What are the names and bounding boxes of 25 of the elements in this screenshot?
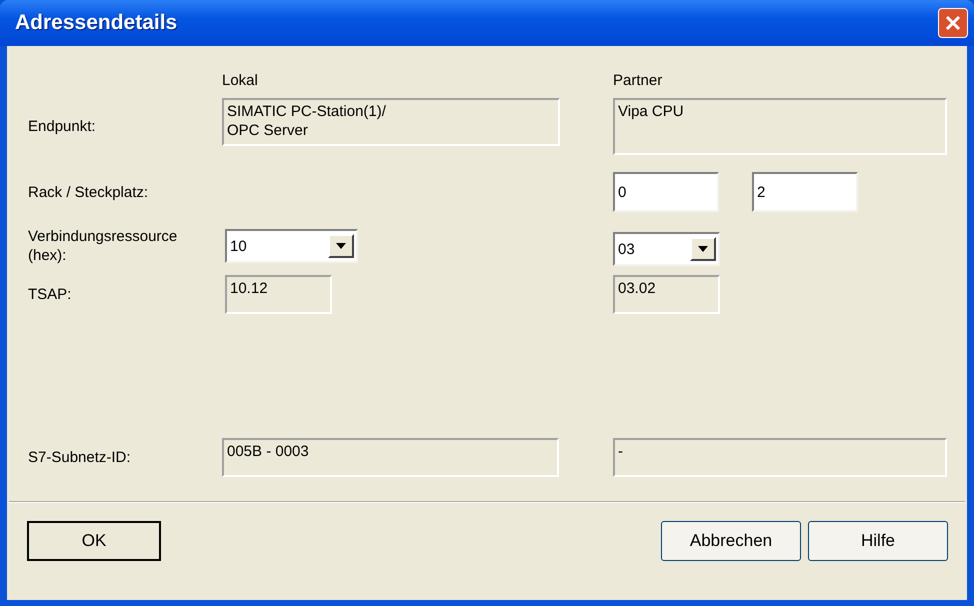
close-button[interactable] — [938, 8, 968, 38]
readonly-field: Vipa CPU — [613, 98, 947, 155]
input-field[interactable]: 0 — [613, 172, 719, 212]
readonly-field: 10.12 — [225, 275, 332, 314]
column-header: Lokal — [222, 72, 258, 89]
readonly-field: 03.02 — [613, 275, 720, 314]
field-label: TSAP: — [28, 286, 72, 303]
readonly-field: 005B - 0003 — [222, 438, 559, 477]
input-field[interactable]: 2 — [752, 172, 858, 212]
dialog-button[interactable]: Abbrechen — [661, 521, 801, 561]
dropdown-arrow-icon[interactable] — [698, 246, 708, 252]
readonly-field: - — [613, 438, 947, 477]
field-label: Verbindungsressource (hex): — [28, 227, 178, 265]
field-label: Rack / Steckplatz: — [28, 184, 150, 200]
dialog-button[interactable]: OK — [27, 521, 161, 561]
dropdown[interactable]: 03 — [613, 232, 720, 266]
field-label: S7-Subnetz-ID: — [28, 449, 132, 466]
window-title: Adressendetails — [15, 11, 178, 35]
dropdown[interactable]: 10 — [225, 229, 358, 263]
dropdown-arrow-icon[interactable] — [336, 243, 346, 249]
column-header: Partner — [613, 72, 662, 89]
field-label: Endpunkt: — [28, 118, 97, 135]
dialog-button[interactable]: Hilfe — [808, 521, 948, 561]
close-icon[interactable] — [945, 15, 961, 31]
readonly-field: SIMATIC PC-Station(1)/ OPC Server — [222, 98, 560, 146]
